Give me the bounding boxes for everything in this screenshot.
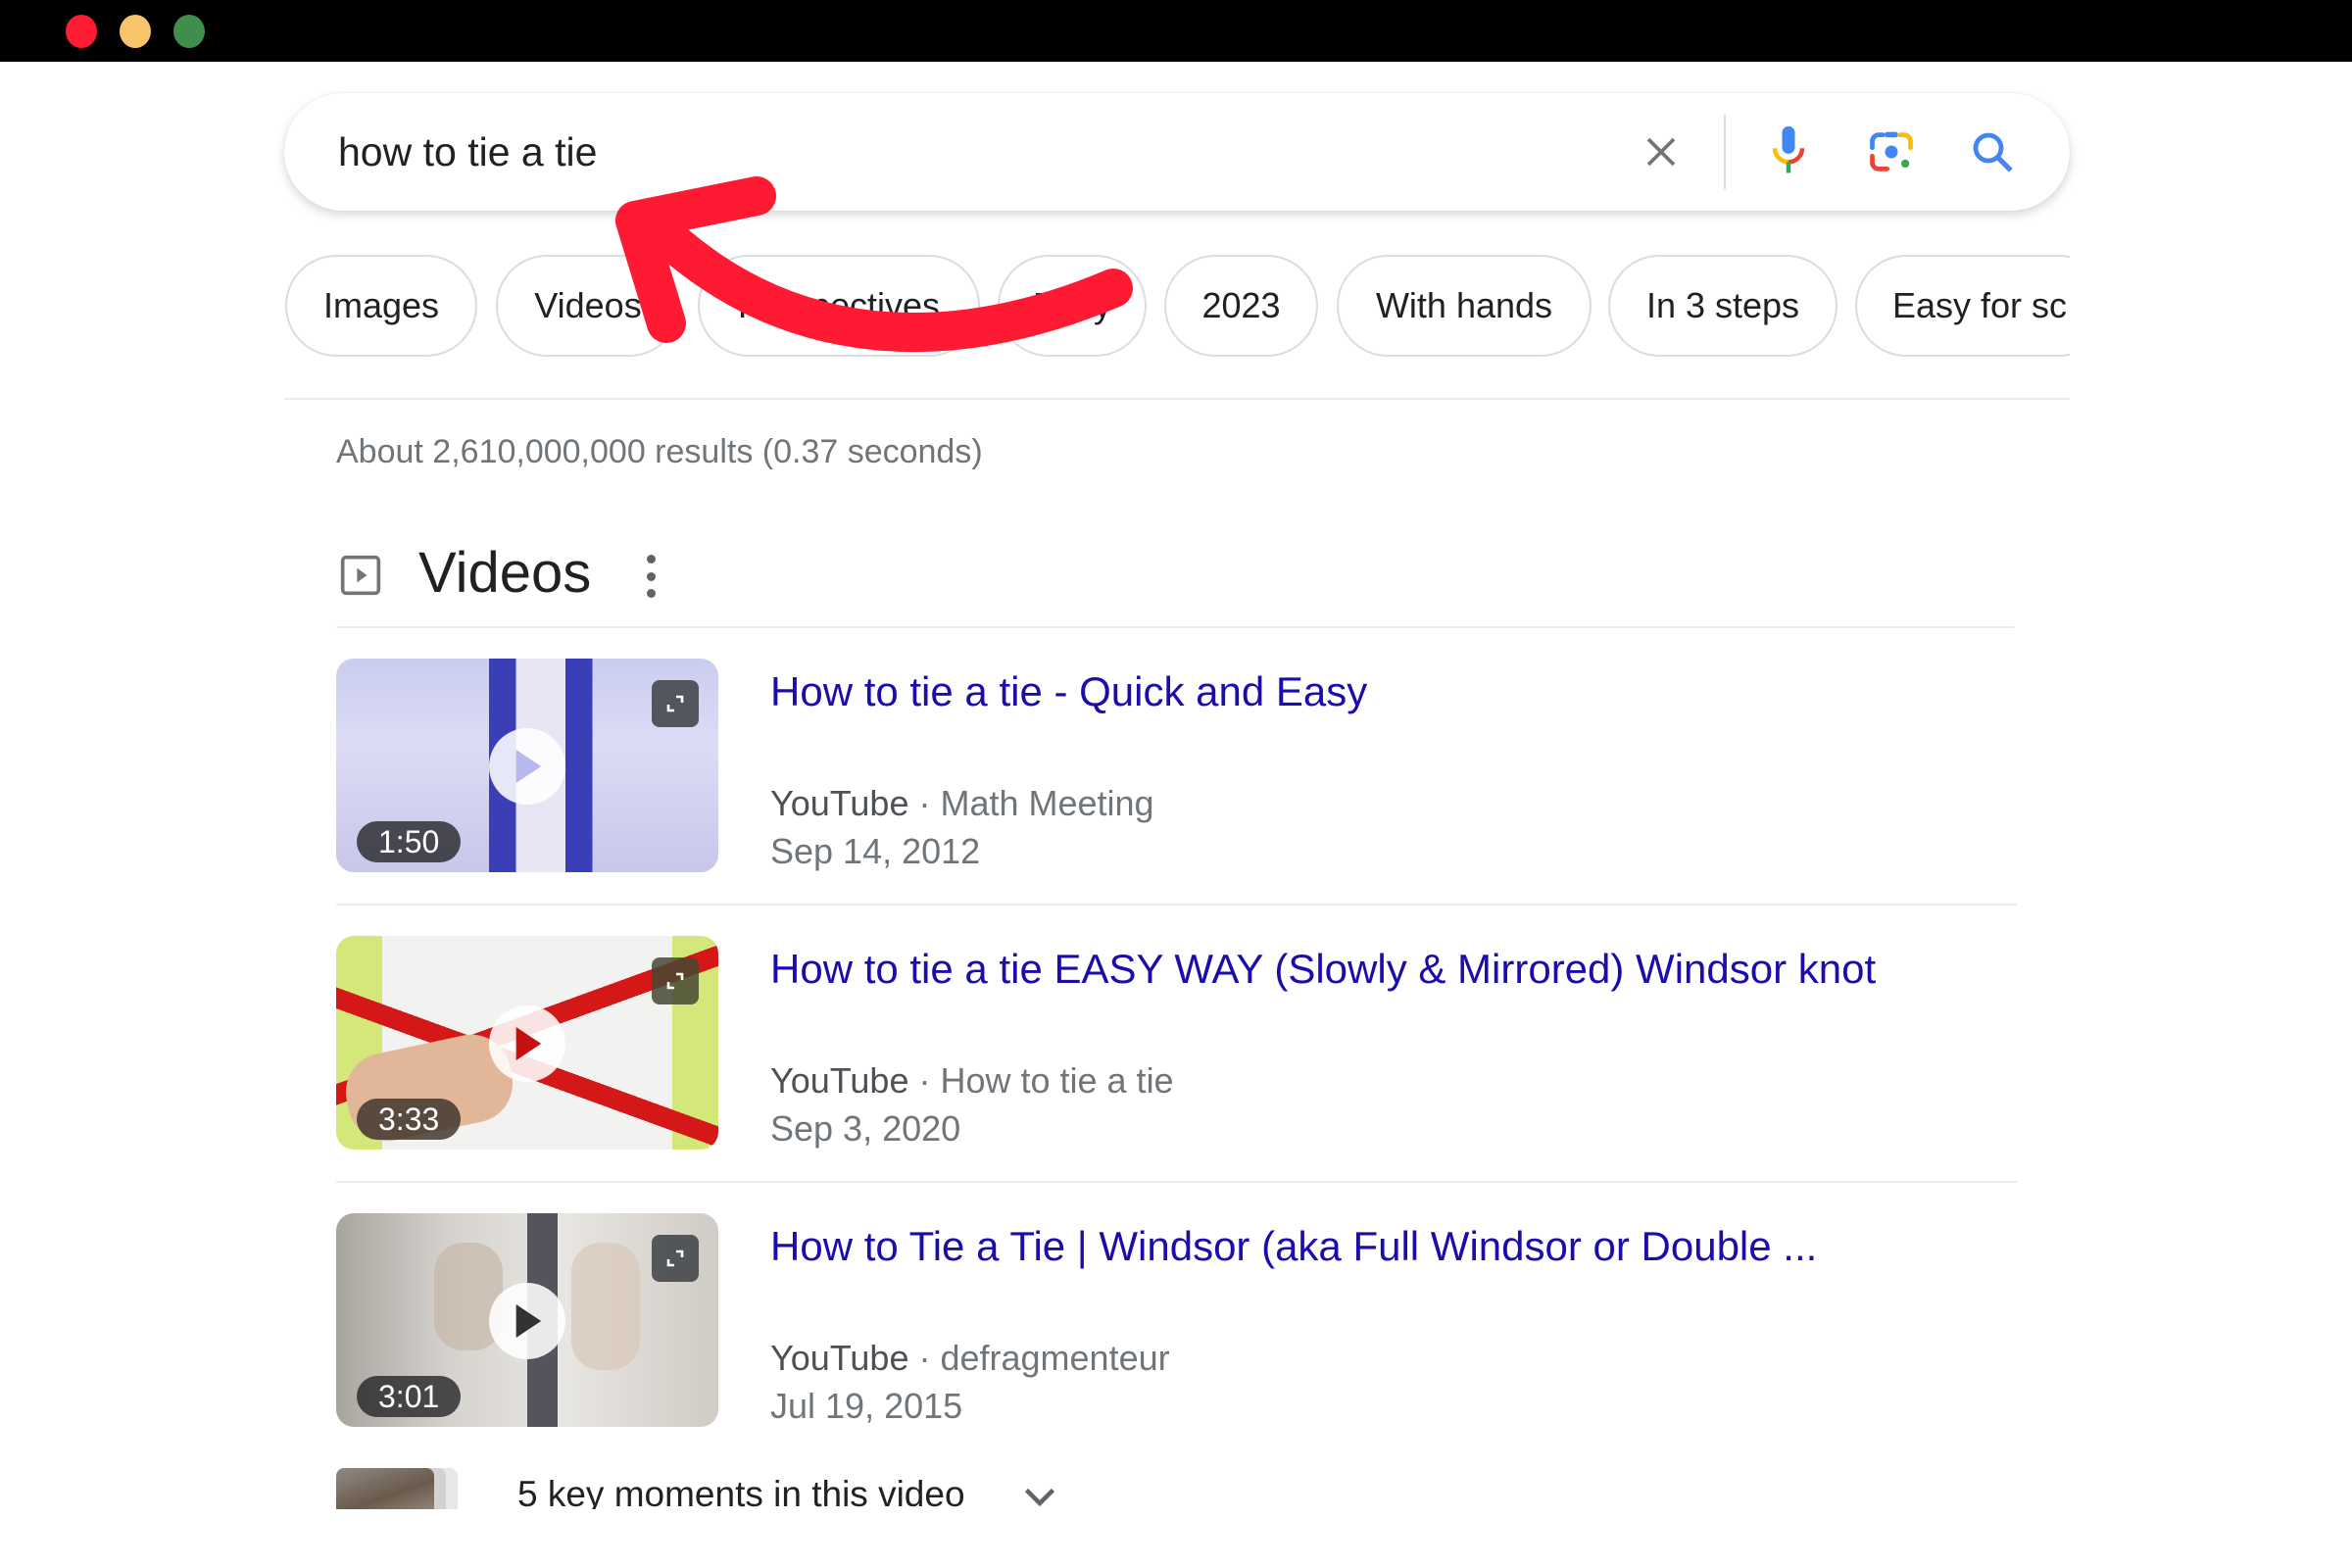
video-date: Sep 3, 2020	[770, 1108, 961, 1149]
video-duration: 3:01	[357, 1376, 462, 1417]
video-channel: Math Meeting	[940, 783, 1154, 823]
chip-in-3-steps[interactable]: In 3 steps	[1608, 255, 1838, 357]
chip-images[interactable]: Images	[285, 255, 477, 357]
chips-divider	[284, 398, 2070, 400]
video-channel: How to tie a tie	[940, 1060, 1174, 1101]
chevron-down-icon[interactable]	[1022, 1486, 1057, 1509]
video-title-link[interactable]: How to tie a tie EASY WAY (Slowly & Mirr…	[770, 946, 1876, 993]
window-close-button[interactable]	[66, 15, 97, 48]
video-title-link[interactable]: How to tie a tie - Quick and Easy	[770, 668, 1367, 715]
microphone-icon	[1772, 125, 1805, 173]
video-thumbnail[interactable]: 3:01	[336, 1213, 718, 1427]
row-divider	[336, 1181, 2017, 1183]
video-result: 1:50 How to tie a tie - Quick and Easy Y…	[336, 659, 2017, 884]
expand-video-button[interactable]	[652, 1235, 699, 1282]
filter-chips-bar: Images Videos Perspectives Easy 2023 Wit…	[284, 255, 2070, 359]
video-source: YouTube · defragmenteur	[770, 1338, 1170, 1378]
video-duration: 1:50	[357, 821, 462, 862]
video-source: YouTube · Math Meeting	[770, 783, 1154, 823]
video-duration: 3:33	[357, 1099, 462, 1140]
search-input[interactable]	[338, 93, 1612, 211]
google-lens-icon	[1870, 131, 1913, 172]
videos-section-title: Videos	[418, 541, 592, 605]
more-vert-icon	[646, 555, 656, 564]
video-result: 3:33 How to tie a tie EASY WAY (Slowly &…	[336, 936, 2017, 1161]
video-date: Sep 14, 2012	[770, 831, 981, 871]
window-titlebar	[0, 0, 2352, 62]
key-moments-toggle[interactable]: 5 key moments in this video	[336, 1468, 1120, 1509]
play-button[interactable]	[489, 1005, 565, 1082]
window-minimize-button[interactable]	[120, 15, 151, 48]
play-icon	[515, 1027, 542, 1060]
clear-search-button[interactable]	[1632, 122, 1690, 181]
chip-perspectives[interactable]: Perspectives	[698, 255, 980, 357]
section-divider	[336, 626, 2014, 628]
chip-with-hands[interactable]: With hands	[1337, 255, 1592, 357]
voice-search-button[interactable]	[1759, 122, 1818, 181]
chip-videos[interactable]: Videos	[496, 255, 680, 357]
chip-2023[interactable]: 2023	[1164, 255, 1318, 357]
expand-icon	[666, 695, 684, 712]
play-icon	[515, 1304, 542, 1338]
video-channel: defragmenteur	[940, 1338, 1170, 1378]
play-button[interactable]	[489, 1283, 565, 1359]
video-thumbnail[interactable]: 1:50	[336, 659, 718, 872]
video-date: Jul 19, 2015	[770, 1386, 963, 1426]
expand-icon	[666, 1250, 684, 1267]
key-moments-thumbnails	[336, 1468, 478, 1509]
videos-more-options-button[interactable]	[637, 555, 664, 598]
google-lens-button[interactable]	[1862, 122, 1921, 181]
result-stats: About 2,610,000,000 results (0.37 second…	[336, 433, 983, 470]
play-button[interactable]	[489, 728, 565, 805]
thumbnail-hand	[571, 1243, 640, 1370]
search-bar-divider	[1724, 115, 1726, 189]
expand-icon	[666, 972, 684, 990]
chip-easy-for-school[interactable]: Easy for sc	[1855, 255, 2070, 357]
video-thumbnail[interactable]: 3:33	[336, 936, 718, 1150]
row-divider	[336, 904, 2017, 906]
play-icon	[515, 750, 542, 783]
close-icon	[1646, 137, 1676, 167]
window-maximize-button[interactable]	[173, 15, 205, 48]
search-bar	[284, 93, 2070, 211]
expand-video-button[interactable]	[652, 680, 699, 727]
search-submit-button[interactable]	[1963, 122, 2022, 181]
video-title-link[interactable]: How to Tie a Tie | Windsor (aka Full Win…	[770, 1223, 1817, 1270]
chip-easy[interactable]: Easy	[998, 255, 1147, 357]
expand-video-button[interactable]	[652, 957, 699, 1004]
video-section-icon	[340, 555, 381, 596]
key-moments-label: 5 key moments in this video	[517, 1474, 965, 1509]
video-source: YouTube · How to tie a tie	[770, 1060, 1174, 1101]
search-icon	[1973, 132, 2013, 172]
video-result: 3:01 How to Tie a Tie | Windsor (aka Ful…	[336, 1213, 2017, 1439]
